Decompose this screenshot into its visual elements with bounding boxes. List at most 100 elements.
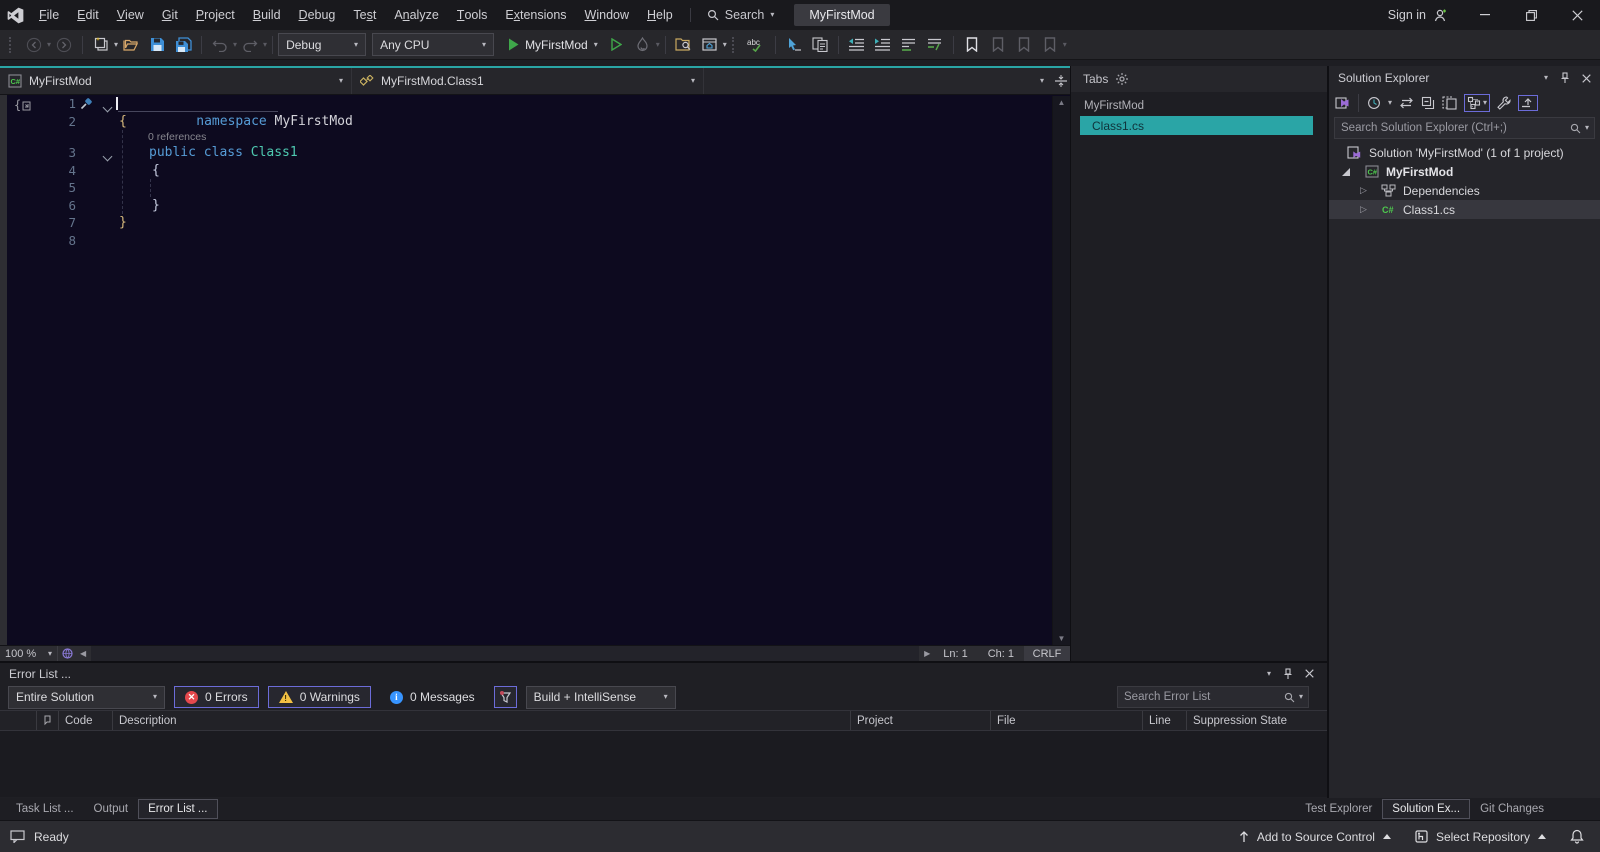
clear-bookmarks-button[interactable] <box>1037 33 1063 57</box>
expander-collapsed-icon[interactable]: ▷ <box>1360 200 1367 219</box>
uncomment-button[interactable] <box>922 33 948 57</box>
member-dropdown[interactable]: ▾ <box>703 68 1052 94</box>
tab-test-explorer[interactable]: Test Explorer <box>1295 799 1382 819</box>
expander-expanded-icon[interactable] <box>1342 162 1350 181</box>
menu-build[interactable]: Build <box>244 0 290 30</box>
menu-debug[interactable]: Debug <box>290 0 345 30</box>
pin-icon[interactable] <box>1560 72 1570 84</box>
column-header-suppression-state[interactable]: Suppression State <box>1186 711 1327 730</box>
column-header-file[interactable]: File <box>990 711 1142 730</box>
select-repository-button[interactable]: Select Repository <box>1415 830 1546 844</box>
chevron-down-icon[interactable]: ▾ <box>723 41 727 49</box>
properties-wrench-icon[interactable] <box>1497 96 1511 110</box>
search-icon[interactable] <box>1280 692 1299 703</box>
tab-git-changes[interactable]: Git Changes <box>1470 799 1554 819</box>
column-header-line[interactable]: Line <box>1142 711 1186 730</box>
menu-help[interactable]: Help <box>638 0 682 30</box>
tabs-settings-gear-icon[interactable] <box>1116 73 1128 85</box>
filter-toggle[interactable] <box>494 686 517 708</box>
chevron-down-icon[interactable]: ▾ <box>1299 693 1308 701</box>
column-header-code[interactable]: Code <box>58 711 112 730</box>
sign-in-button[interactable]: Sign in <box>1374 8 1462 22</box>
restore-button[interactable] <box>1508 0 1554 30</box>
line-ending-indicator[interactable]: CRLF <box>1024 646 1070 661</box>
file-nesting-toggle[interactable]: ▾ <box>1464 94 1490 112</box>
tab-task-list[interactable]: Task List ... <box>6 799 84 819</box>
close-icon[interactable] <box>1305 669 1314 678</box>
decrease-indent-button[interactable] <box>844 33 870 57</box>
column-header-project[interactable]: Project <box>850 711 990 730</box>
chevron-down-icon[interactable]: ▾ <box>656 41 660 49</box>
document-health-icon[interactable] <box>58 648 77 659</box>
preview-selected-items-toggle[interactable] <box>1518 95 1538 111</box>
pending-changes-filter-icon[interactable] <box>1367 96 1381 110</box>
chevron-down-icon[interactable]: ▾ <box>1585 124 1594 132</box>
collapse-all-icon[interactable] <box>1421 96 1435 110</box>
navigate-backward-button[interactable] <box>21 33 47 57</box>
open-file-button[interactable] <box>118 33 144 57</box>
codelens-references-link[interactable]: 0 references <box>148 130 206 144</box>
undo-button[interactable] <box>207 33 233 57</box>
scope-dropdown[interactable]: Entire Solution ▾ <box>8 686 165 709</box>
increase-indent-button[interactable] <box>870 33 896 57</box>
menu-window[interactable]: Window <box>576 0 638 30</box>
scroll-right-arrow-icon[interactable]: ▶ <box>921 649 933 658</box>
window-position-chevron-icon[interactable]: ▾ <box>1267 670 1271 678</box>
hot-reload-button[interactable] <box>630 33 656 57</box>
search-icon[interactable] <box>1566 123 1585 134</box>
configuration-dropdown[interactable]: Debug ▾ <box>278 33 366 56</box>
tree-item-dependencies[interactable]: ▷ Dependencies <box>1329 181 1600 200</box>
save-all-button[interactable] <box>170 33 196 57</box>
menu-test[interactable]: Test <box>344 0 385 30</box>
tab-error-list[interactable]: Error List ... <box>138 799 217 819</box>
next-bookmark-button[interactable] <box>1011 33 1037 57</box>
tree-item-solution[interactable]: Solution 'MyFirstMod' (1 of 1 project) <box>1329 143 1600 162</box>
tab-solution-explorer[interactable]: Solution Ex... <box>1382 799 1470 819</box>
horizontal-scrollbar[interactable] <box>91 646 919 661</box>
platform-dropdown[interactable]: Any CPU ▾ <box>372 33 494 56</box>
interactive-window-button[interactable] <box>807 33 833 57</box>
menu-file[interactable]: File <box>30 0 68 30</box>
menu-edit[interactable]: Edit <box>68 0 108 30</box>
tree-item-class1[interactable]: ▷ C# Class1.cs <box>1329 200 1600 219</box>
column-header-description[interactable]: Description <box>112 711 850 730</box>
comment-button[interactable] <box>896 33 922 57</box>
warnings-filter-toggle[interactable]: ! 0 Warnings <box>268 686 371 708</box>
project-dropdown[interactable]: C# MyFirstMod ▾ <box>0 68 351 94</box>
split-editor-handle[interactable] <box>1052 68 1070 94</box>
menu-analyze[interactable]: Analyze <box>385 0 447 30</box>
start-debugging-button[interactable]: MyFirstMod ▾ <box>502 33 604 57</box>
add-to-source-control-button[interactable]: Add to Source Control <box>1239 830 1391 844</box>
error-list-search-input[interactable] <box>1118 691 1280 703</box>
quick-actions-screwdriver-icon[interactable] <box>80 97 93 110</box>
menu-tools[interactable]: Tools <box>448 0 497 30</box>
toolbar-overflow-icon[interactable]: ▾ <box>1063 41 1067 49</box>
build-intellisense-dropdown[interactable]: Build + IntelliSense ▾ <box>526 686 676 709</box>
previous-bookmark-button[interactable] <box>985 33 1011 57</box>
zoom-dropdown[interactable]: 100 % ▾ <box>0 646 58 661</box>
error-list-search[interactable]: ▾ <box>1117 686 1309 708</box>
navigate-cursor-button[interactable] <box>781 33 807 57</box>
search-control[interactable]: Search ▾ <box>699 0 783 30</box>
sync-with-active-document-icon[interactable] <box>1399 97 1414 109</box>
window-position-chevron-icon[interactable]: ▾ <box>1544 74 1548 82</box>
tab-output[interactable]: Output <box>84 799 139 819</box>
navigate-forward-button[interactable] <box>51 33 77 57</box>
tree-item-project[interactable]: C# MyFirstMod <box>1329 162 1600 181</box>
chevron-down-icon[interactable]: ▾ <box>1388 99 1392 107</box>
severity-column-icon[interactable] <box>36 711 58 730</box>
scroll-left-arrow-icon[interactable]: ◀ <box>77 649 89 658</box>
errors-filter-toggle[interactable]: ✕ 0 Errors <box>174 686 259 708</box>
error-list-rows[interactable] <box>0 731 1327 797</box>
notifications-bell-icon[interactable] <box>1570 829 1584 844</box>
close-button[interactable] <box>1554 0 1600 30</box>
solution-explorer-search-input[interactable] <box>1335 122 1566 134</box>
toolbar-grip[interactable] <box>732 37 739 53</box>
toggle-bookmark-button[interactable] <box>959 33 985 57</box>
spell-checker-button[interactable]: abc <box>744 33 770 57</box>
close-icon[interactable] <box>1582 74 1591 83</box>
pin-icon[interactable] <box>1283 668 1293 680</box>
type-dropdown[interactable]: MyFirstMod.Class1 ▾ <box>351 68 703 94</box>
document-tab-class1[interactable]: Class1.cs <box>1080 116 1313 135</box>
new-project-button[interactable] <box>88 33 114 57</box>
